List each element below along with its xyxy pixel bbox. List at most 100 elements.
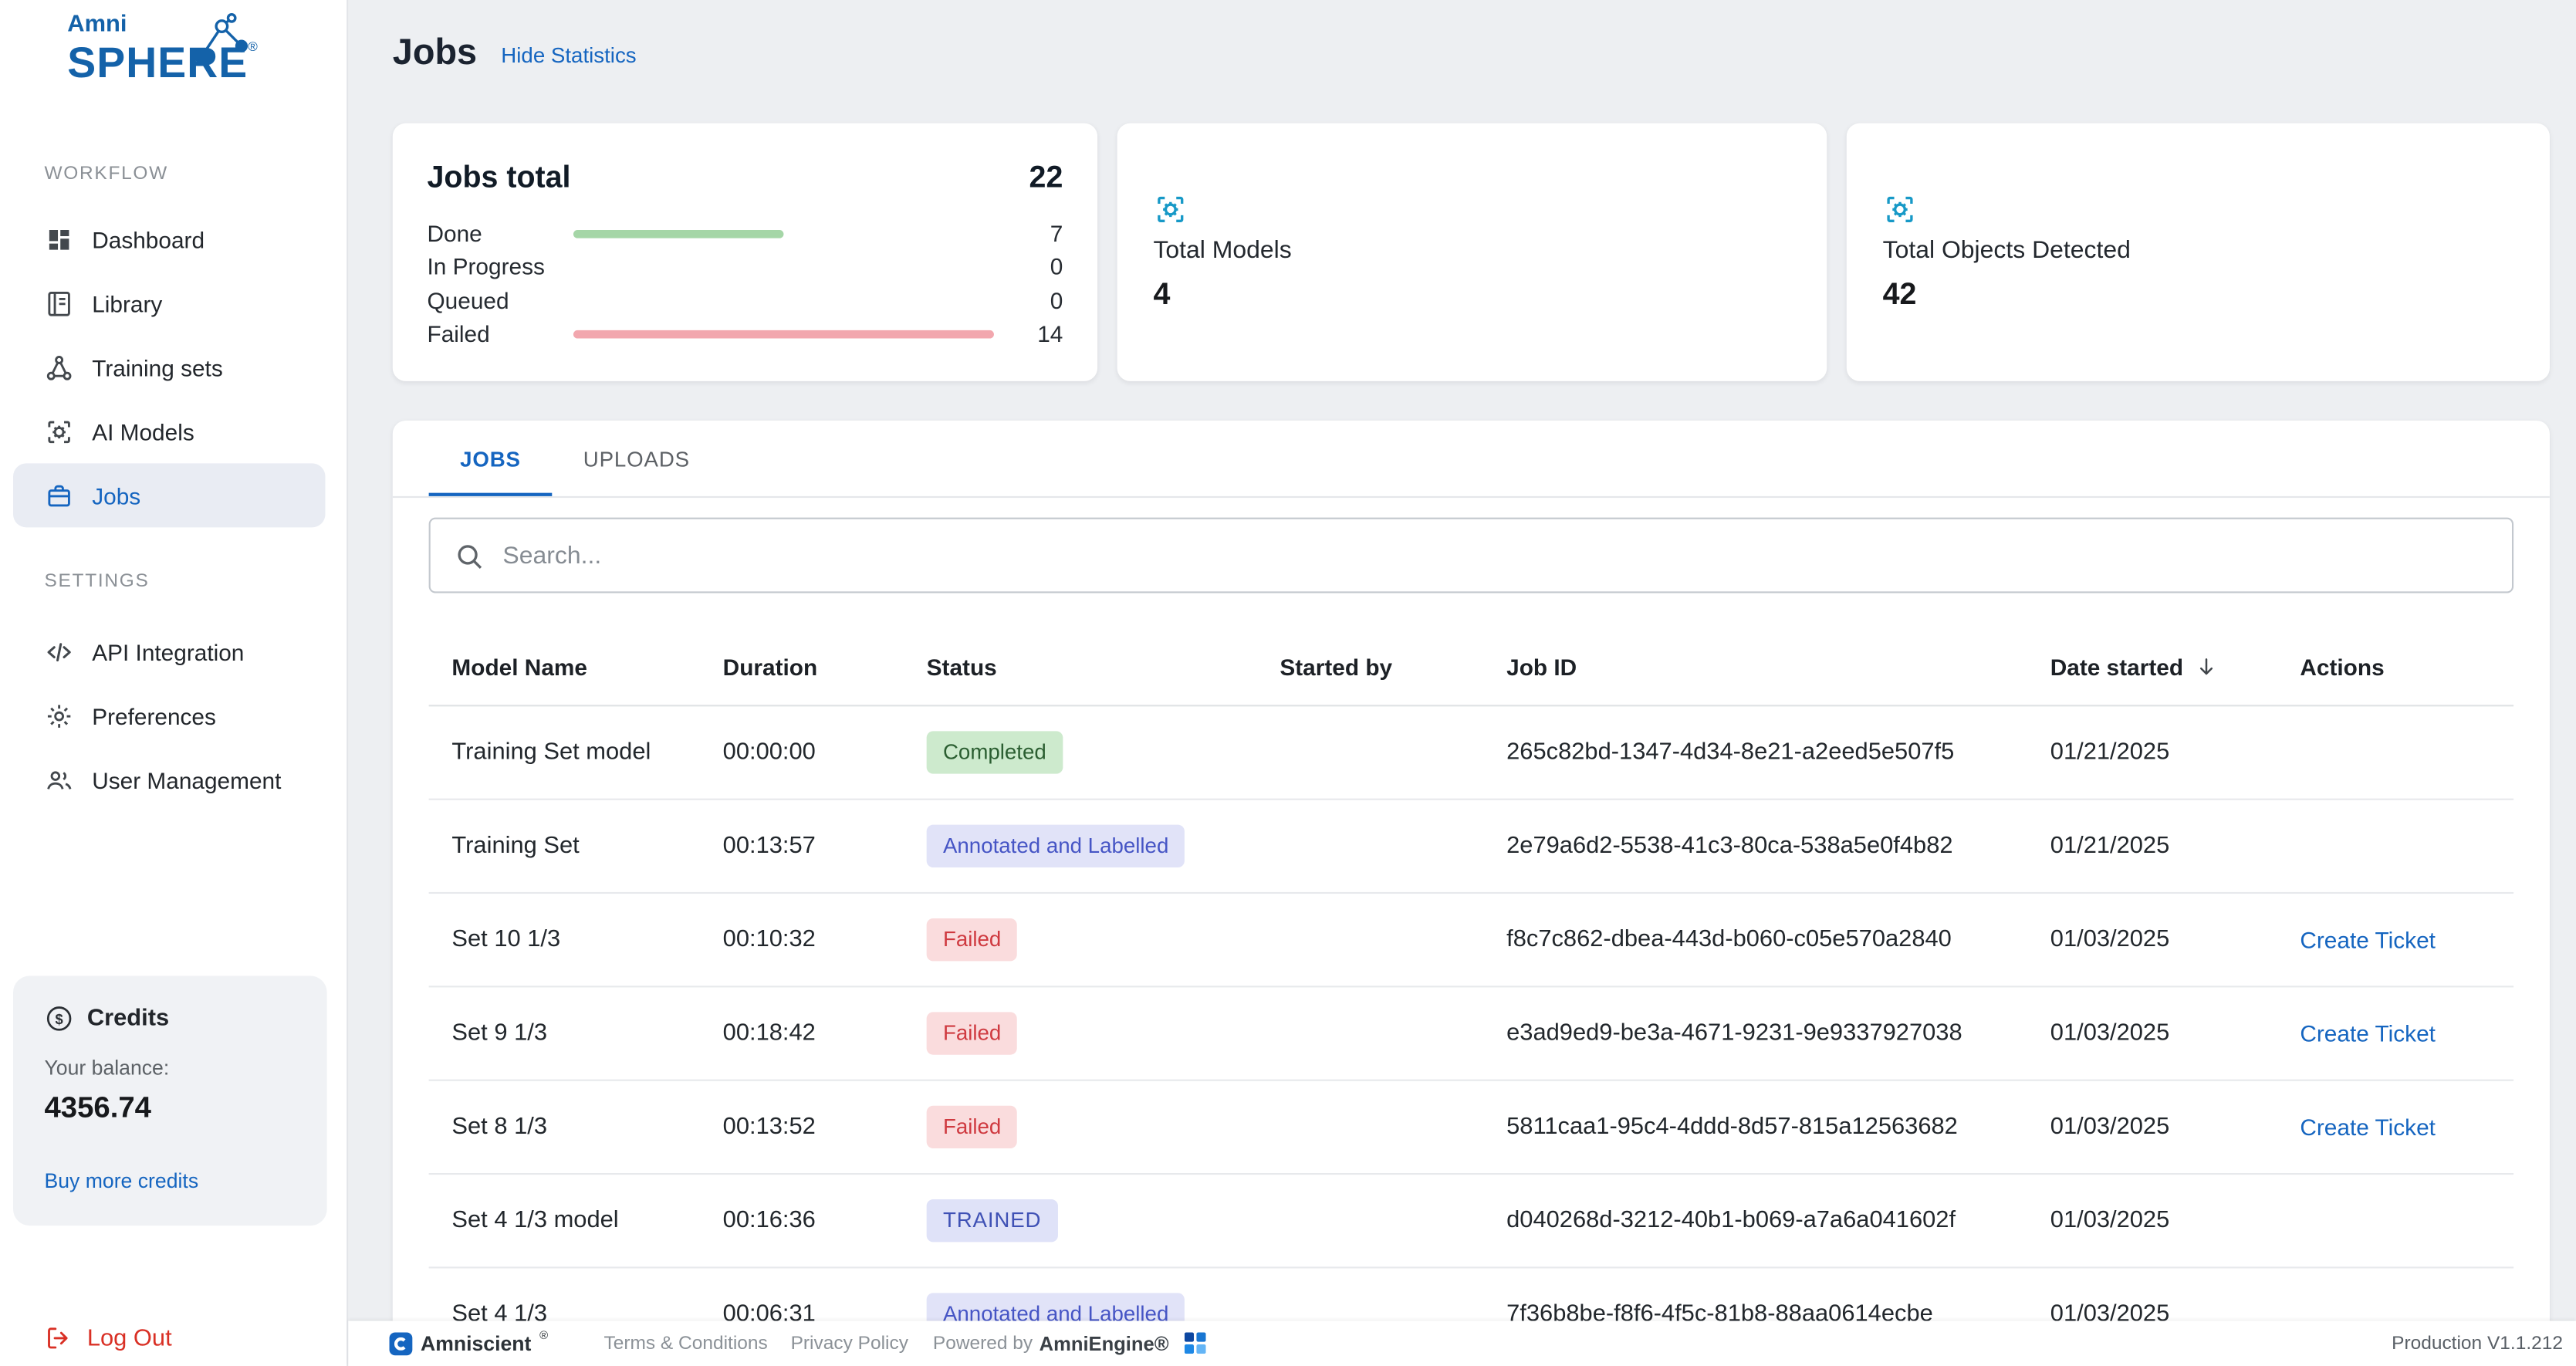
col-duration: Duration <box>723 654 927 680</box>
cell-duration: 00:18:42 <box>723 1020 927 1046</box>
sidebar-item-label: Training sets <box>92 354 223 380</box>
sidebar-item-dashboard[interactable]: Dashboard <box>13 207 325 271</box>
library-icon <box>44 289 73 318</box>
col-date-started[interactable]: Date started <box>2050 654 2300 680</box>
total-models-label: Total Models <box>1153 237 1790 265</box>
table-row: Training Set model 00:00:00 Completed 26… <box>429 706 2513 800</box>
cell-job-id: d040268d-3212-40b1-b069-a7a6a041602f <box>1506 1208 2050 1234</box>
balance-label: Your balance: <box>44 1057 296 1080</box>
objects-detected-icon <box>1883 192 1918 227</box>
powered-by-text: Powered by <box>933 1334 1033 1354</box>
cell-model-name: Set 9 1/3 <box>451 1020 722 1046</box>
credits-title: Credits <box>87 1006 169 1032</box>
tab-uploads[interactable]: UPLOADS <box>552 421 721 496</box>
done-progress-bar <box>573 229 994 238</box>
sidebar-item-label: AI Models <box>92 418 194 445</box>
status-badge: Failed <box>927 918 1018 962</box>
amnisphere-logo: Amni SPHERE® <box>67 13 258 83</box>
status-badge: Completed <box>927 731 1063 774</box>
sidebar-item-label: Jobs <box>92 482 140 509</box>
table-row: Training Set 00:13:57 Annotated and Labe… <box>429 800 2513 894</box>
sidebar-item-user-management[interactable]: User Management <box>13 748 325 812</box>
sidebar-item-ai-models[interactable]: AI Models <box>13 399 325 463</box>
sidebar-item-api-integration[interactable]: API Integration <box>13 620 325 684</box>
stat-row-failed: Failed 14 <box>427 317 1063 350</box>
cell-job-id: e3ad9ed9-be3a-4671-9231-9e9337927038 <box>1506 1020 2050 1046</box>
sidebar-item-label: User Management <box>92 766 281 793</box>
terms-link[interactable]: Terms & Conditions <box>603 1334 767 1354</box>
cell-date-started: 01/21/2025 <box>2050 739 2300 766</box>
table-header-row: Model Name Duration Status Started by Jo… <box>429 629 2513 706</box>
molecule-icon <box>189 13 255 69</box>
logout-label: Log Out <box>87 1325 172 1351</box>
registered-mark: ® <box>539 1330 548 1342</box>
logout-button[interactable]: Log Out <box>44 1324 171 1352</box>
sidebar-item-jobs[interactable]: Jobs <box>13 463 325 527</box>
privacy-link[interactable]: Privacy Policy <box>791 1334 908 1354</box>
sidebar-item-label: Library <box>92 290 162 316</box>
cell-date-started: 01/03/2025 <box>2050 1114 2300 1140</box>
dollar-icon <box>44 1004 73 1033</box>
search-icon <box>454 539 485 570</box>
status-badge: Failed <box>927 1012 1018 1055</box>
cell-model-name: Training Set model <box>451 739 722 766</box>
logout-icon <box>44 1324 72 1352</box>
page-title: Jobs <box>393 31 477 73</box>
total-objects-value: 42 <box>1883 276 2513 313</box>
workflow-nav: Dashboard Library Training sets AI Model… <box>13 207 325 527</box>
code-icon <box>44 637 73 666</box>
tab-jobs[interactable]: JOBS <box>429 421 553 496</box>
sidebar-item-library[interactable]: Library <box>13 271 325 335</box>
col-started-by: Started by <box>1280 654 1506 680</box>
jobs-total-card: Jobs total 22 Done 7 In Progress 0 Queue… <box>393 123 1097 381</box>
section-label-workflow: WORKFLOW <box>44 164 168 184</box>
create-ticket-link[interactable]: Create Ticket <box>2300 926 2436 952</box>
cell-duration: 00:13:57 <box>723 833 927 859</box>
create-ticket-link[interactable]: Create Ticket <box>2300 1019 2436 1046</box>
stat-row-in-progress: In Progress 0 <box>427 250 1063 283</box>
jobs-total-title: Jobs total <box>427 159 570 195</box>
cell-duration: 00:16:36 <box>723 1208 927 1234</box>
jobs-total-header: Jobs total 22 <box>427 159 1063 195</box>
status-badge: TRAINED <box>927 1199 1058 1243</box>
search-box <box>429 518 2513 593</box>
col-model-name: Model Name <box>451 654 722 680</box>
cell-job-id: 5811caa1-95c4-4ddd-8d57-815a12563682 <box>1506 1114 2050 1140</box>
balance-value: 4356.74 <box>44 1091 296 1126</box>
settings-nav: API Integration Preferences User Managem… <box>13 620 325 812</box>
amniscient-brand-text: Amniscient <box>421 1330 531 1357</box>
ai-model-icon <box>1153 192 1188 227</box>
sidebar-item-preferences[interactable]: Preferences <box>13 684 325 748</box>
cell-date-started: 01/03/2025 <box>2050 1020 2300 1046</box>
create-ticket-link[interactable]: Create Ticket <box>2300 1113 2436 1139</box>
cell-model-name: Training Set <box>451 833 722 859</box>
hide-statistics-link[interactable]: Hide Statistics <box>501 42 636 67</box>
col-actions: Actions <box>2300 654 2513 680</box>
sidebar-item-training-sets[interactable]: Training sets <box>13 335 325 399</box>
cell-duration: 00:13:52 <box>723 1114 927 1140</box>
status-badge: Annotated and Labelled <box>927 824 1185 867</box>
credits-card: Credits Your balance: 4356.74 Buy more c… <box>13 976 327 1226</box>
sidebar-item-label: Dashboard <box>92 226 205 252</box>
cell-job-id: 2e79a6d2-5538-41c3-80ca-538a5e0f4b82 <box>1506 833 2050 859</box>
stat-row-done: Done 7 <box>427 217 1063 250</box>
stat-row-queued: Queued 0 <box>427 283 1063 316</box>
table-row: Set 9 1/3 00:18:42 Failed e3ad9ed9-be3a-… <box>429 987 2513 1080</box>
gear-icon <box>44 701 73 730</box>
version-text: Production V1.1.212 <box>2392 1334 2563 1354</box>
buy-more-credits-link[interactable]: Buy more credits <box>44 1170 296 1193</box>
total-models-card: Total Models 4 <box>1117 123 1827 381</box>
col-job-id: Job ID <box>1506 654 2050 680</box>
cell-job-id: 265c82bd-1347-4d34-8e21-a2eed5e507f5 <box>1506 739 2050 766</box>
search-input[interactable] <box>502 541 2489 569</box>
status-badge: Failed <box>927 1105 1018 1148</box>
tab-bar: JOBS UPLOADS <box>393 421 2550 498</box>
cell-actions: Create Ticket <box>2300 926 2513 954</box>
sort-descending-icon[interactable] <box>2195 655 2218 678</box>
amniengine-grid-icon <box>1185 1333 1207 1354</box>
jobs-icon <box>44 481 73 510</box>
cell-model-name: Set 8 1/3 <box>451 1114 722 1140</box>
users-icon <box>44 765 73 794</box>
footer: Amniscient ® Terms & Conditions Privacy … <box>348 1321 2576 1366</box>
sidebar-item-label: API Integration <box>92 638 244 664</box>
